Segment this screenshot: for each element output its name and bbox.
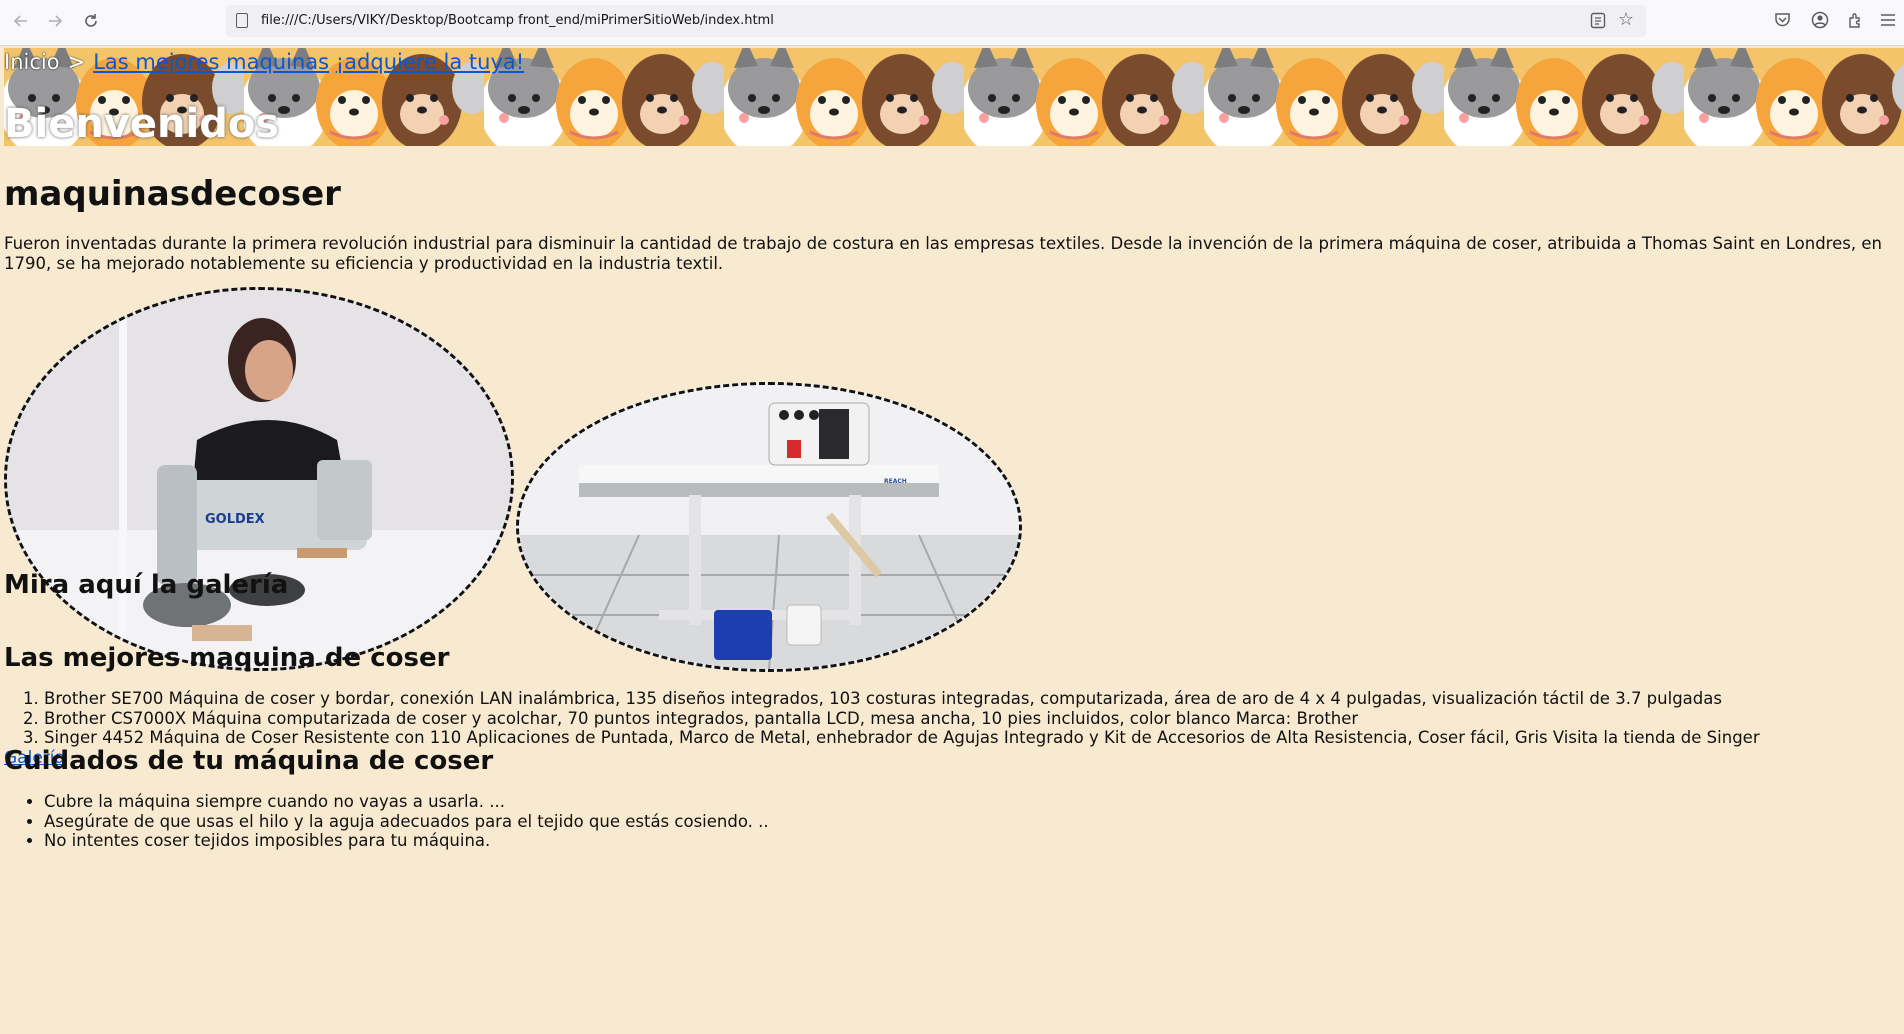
goldex-label: GOLDEX [205, 512, 265, 527]
arrow-left-icon [13, 15, 27, 27]
browser-toolbar: file:///C:/Users/VIKY/Desktop/Bootcamp f… [0, 0, 1904, 46]
breadcrumb-link-best-machines[interactable]: Las mejores maquinas [93, 50, 329, 74]
url-text[interactable]: file:///C:/Users/VIKY/Desktop/Bootcamp f… [261, 13, 774, 28]
reach-label: REACH [884, 478, 907, 485]
account-icon[interactable] [1808, 8, 1832, 32]
arrow-right-icon [49, 15, 63, 27]
best-machines-list: Brother SE700 Máquina de coser y bordar,… [4, 689, 1760, 748]
reader-view-icon[interactable] [1590, 12, 1606, 29]
list-item: No intentes coser tejidos imposibles par… [44, 831, 769, 851]
sewing-machine-photo-2: REACH [516, 382, 1022, 672]
page-title: maquinasdecoser [4, 174, 341, 214]
intro-paragraph: Fueron inventadas durante la primera rev… [4, 234, 1882, 273]
address-bar[interactable]: file:///C:/Users/VIKY/Desktop/Bootcamp f… [226, 5, 1646, 37]
page-icon [236, 13, 248, 28]
extensions-icon[interactable] [1843, 8, 1867, 32]
list-item: Brother CS7000X Máquina computarizada de… [44, 709, 1760, 729]
menu-icon[interactable] [1876, 8, 1900, 32]
list-item: Asegúrate de que usas el hilo y la aguja… [44, 812, 769, 832]
reload-button[interactable] [78, 8, 104, 34]
reload-icon [85, 14, 97, 27]
breadcrumb-separator: > [67, 50, 86, 74]
sewing-machine-photo-1: GOLDEX [4, 287, 514, 671]
page-content: Inicio > Las mejores maquinas ¡adquiere la… [0, 46, 1904, 1034]
welcome-title: Bienvenidos [4, 101, 280, 147]
breadcrumb-home[interactable]: Inicio [4, 50, 60, 74]
list-item: Brother SE700 Máquina de coser y bordar,… [44, 689, 1760, 709]
best-machines-heading: Las mejores maquina de coser [4, 643, 450, 673]
care-list: Cubre la máquina siempre cuando no vayas… [4, 792, 769, 851]
gallery-heading: Mira aquí la galería [4, 570, 289, 600]
list-item: Cubre la máquina siempre cuando no vayas… [44, 792, 769, 812]
care-heading: Cuidados de tu máquina de coser [4, 746, 494, 776]
back-button[interactable] [8, 8, 34, 34]
breadcrumb-link-buy[interactable]: ¡adquiere la tuya! [336, 50, 524, 74]
breadcrumb: Inicio > Las mejores maquinas ¡adquiere la… [4, 48, 524, 76]
forward-button[interactable] [42, 8, 68, 34]
bookmark-star-icon[interactable]: ☆ [1618, 9, 1634, 30]
pocket-icon[interactable] [1770, 8, 1794, 32]
